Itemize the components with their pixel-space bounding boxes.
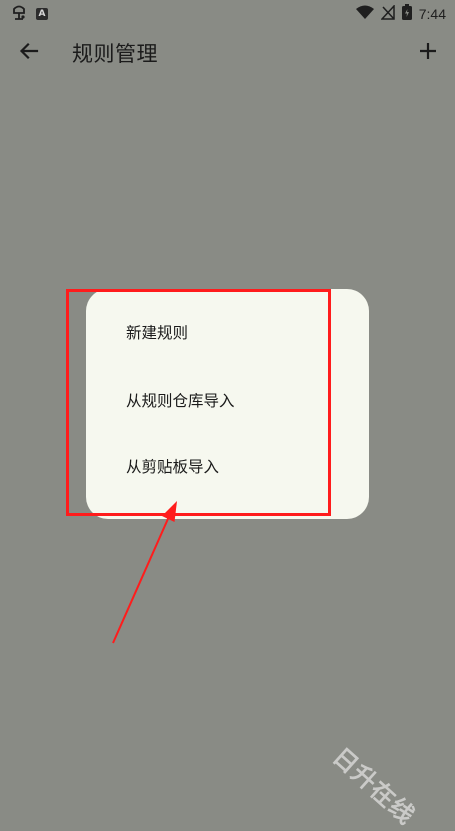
annotation-arrow: [112, 501, 177, 644]
